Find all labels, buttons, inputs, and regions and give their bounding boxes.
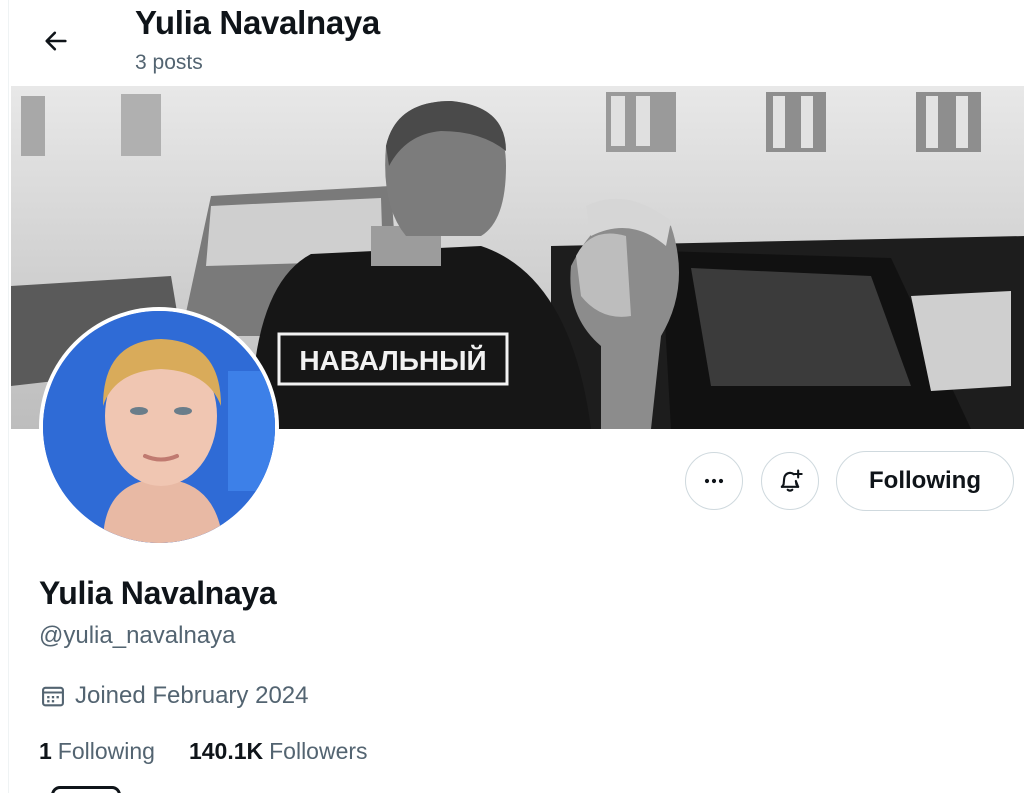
joined-date: Joined February 2024 bbox=[39, 682, 308, 710]
following-label: Following bbox=[57, 738, 155, 764]
avatar-image bbox=[43, 311, 275, 543]
calendar-icon bbox=[42, 686, 64, 707]
following-count: 1 bbox=[39, 738, 52, 764]
followers-link[interactable]: 140.1K Followers bbox=[189, 738, 368, 765]
follow-stats: 1 Following 140.1K Followers bbox=[39, 738, 368, 765]
more-button[interactable] bbox=[685, 452, 743, 510]
profile-display-name: Yulia Navalnaya bbox=[39, 575, 277, 611]
more-horizontal-icon bbox=[704, 478, 724, 484]
profile-page: Yulia Navalnaya 3 posts НАВАЛЬНЫЙ Follow… bbox=[8, 0, 1024, 793]
header-post-count: 3 posts bbox=[135, 51, 203, 74]
profile-handle: @yulia_navalnaya bbox=[39, 622, 236, 649]
followers-count: 140.1K bbox=[188, 738, 264, 764]
back-button[interactable] bbox=[35, 20, 77, 62]
banner-shirt-text: НАВАЛЬНЫЙ bbox=[299, 344, 486, 376]
following-button[interactable]: Following bbox=[836, 451, 1014, 511]
following-link[interactable]: 1 Following bbox=[39, 738, 155, 765]
notification-subscribe-button[interactable] bbox=[761, 452, 819, 510]
profile-header: Yulia Navalnaya 3 posts bbox=[9, 0, 1024, 86]
header-display-name: Yulia Navalnaya bbox=[135, 4, 380, 41]
joined-text: Joined February 2024 bbox=[75, 682, 309, 709]
followers-label: Followers bbox=[269, 738, 368, 764]
cut-off-element bbox=[51, 786, 121, 793]
profile-avatar[interactable] bbox=[39, 307, 279, 547]
arrow-left-icon bbox=[45, 31, 67, 51]
notification-bell-plus-icon bbox=[780, 469, 803, 492]
